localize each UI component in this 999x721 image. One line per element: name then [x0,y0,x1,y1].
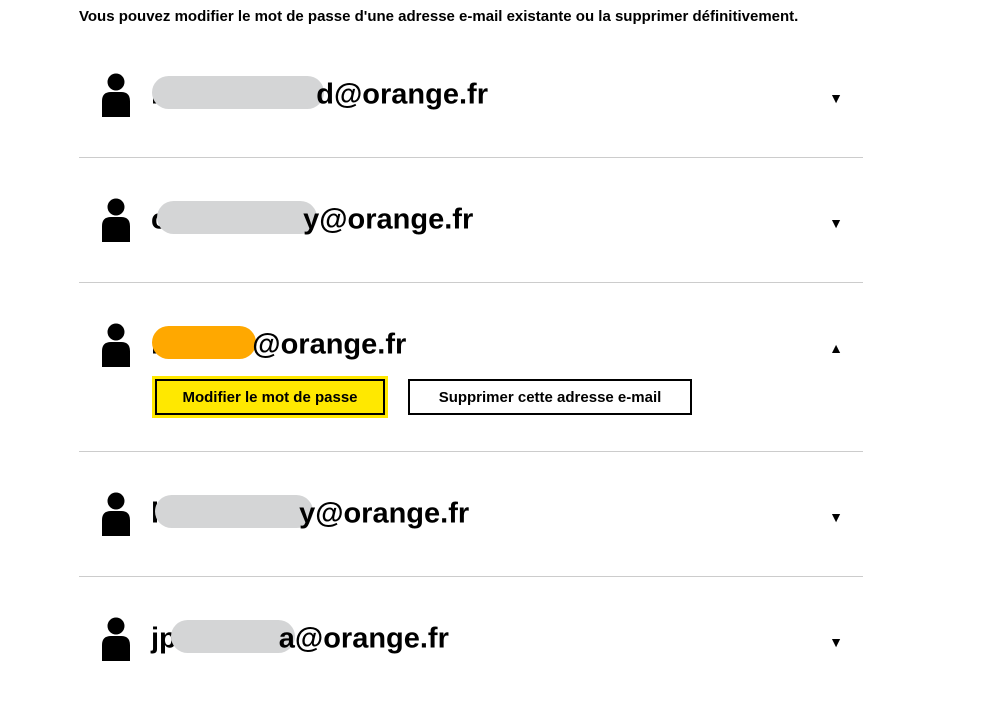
chevron-down-icon[interactable]: ▼ [824,505,848,529]
account-email: r@orange.fr [151,323,406,363]
account-item-expanded: r@orange.fr ▲ Modifier le mot de passe S… [79,283,863,452]
account-actions: Modifier le mot de passe Supprimer cette… [79,379,863,451]
chevron-down-icon[interactable]: ▼ [824,86,848,110]
redaction-mask [157,200,318,234]
account-item: jp a@orange.fr ▼ [79,577,863,701]
intro-text: Vous pouvez modifier le mot de passe d'u… [79,8,799,25]
email-suffix: @orange.fr [252,328,407,361]
account-item: rd@orange.fr ▼ [79,33,863,158]
account-row[interactable]: ly@orange.fr ▼ [79,452,863,576]
account-item: cy@orange.fr ▼ [79,158,863,283]
user-icon [101,198,131,242]
account-item: ly@orange.fr ▼ [79,452,863,577]
redaction-mask [155,494,314,528]
user-icon [101,617,131,661]
chevron-down-icon[interactable]: ▼ [824,630,848,654]
email-suffix: y@orange.fr [299,497,470,530]
chevron-up-icon[interactable]: ▲ [824,336,848,360]
redaction-mask [152,75,325,109]
user-icon [101,73,131,117]
user-icon [101,323,131,367]
delete-address-button[interactable]: Supprimer cette adresse e-mail [408,379,692,415]
account-email: rd@orange.fr [151,73,488,113]
email-suffix: y@orange.fr [303,203,474,236]
email-suffix: a@orange.fr [278,622,449,655]
redaction-mask [170,619,295,653]
email-account-list: rd@orange.fr ▼ cy@orange.fr ▼ r@orange.f… [79,33,863,701]
account-row[interactable]: rd@orange.fr ▼ [79,33,863,157]
user-icon [101,492,131,536]
chevron-down-icon[interactable]: ▼ [824,211,848,235]
account-row[interactable]: jp a@orange.fr ▼ [79,577,863,701]
email-suffix: d@orange.fr [316,78,488,111]
redaction-mask [152,325,257,359]
change-password-button[interactable]: Modifier le mot de passe [155,379,385,415]
account-email: cy@orange.fr [151,198,473,238]
account-row[interactable]: cy@orange.fr ▼ [79,158,863,282]
account-email: jp a@orange.fr [151,617,449,657]
account-email: ly@orange.fr [151,492,469,532]
